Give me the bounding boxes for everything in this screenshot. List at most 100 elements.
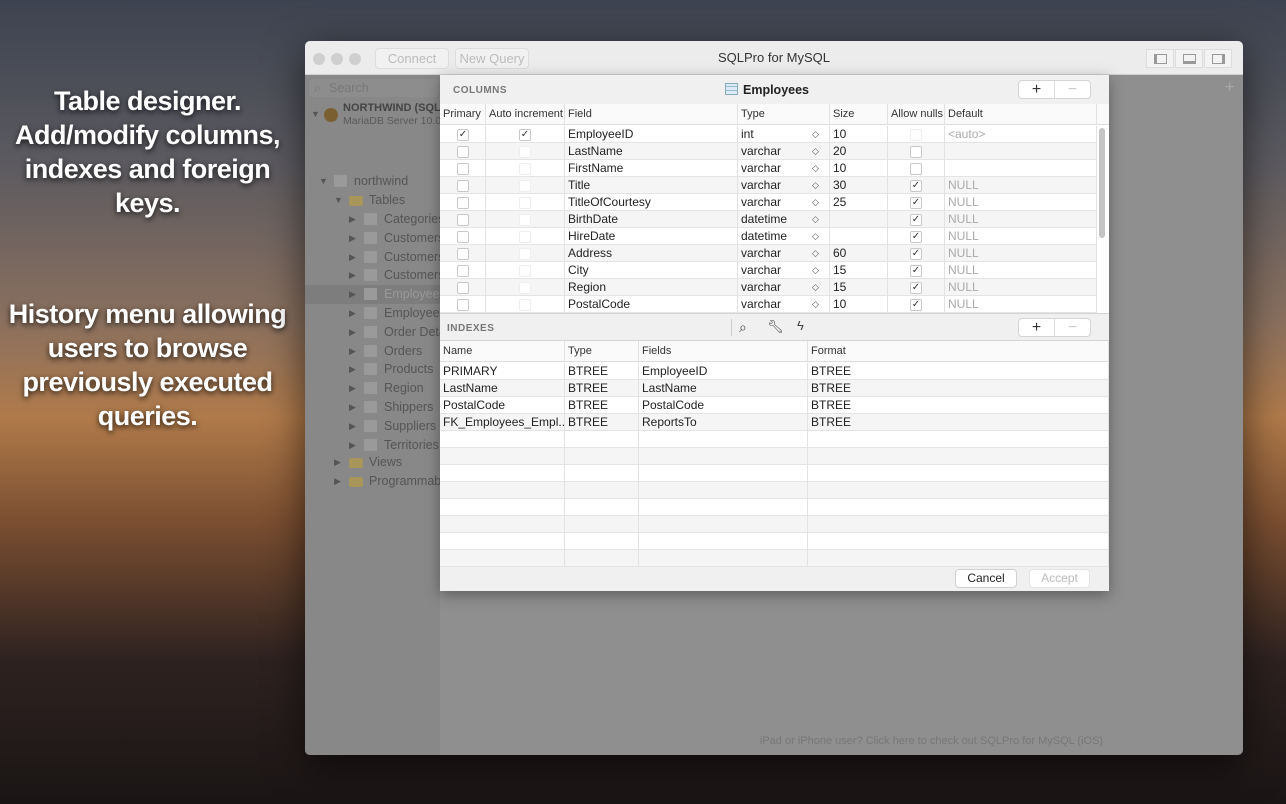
default-field[interactable]: NULL bbox=[945, 296, 1097, 313]
tables-folder[interactable]: Tables bbox=[369, 193, 440, 207]
allow-nulls-checkbox[interactable]: ✓ bbox=[910, 299, 922, 311]
allow-nulls-checkbox[interactable]: ✓ bbox=[910, 248, 922, 260]
index-row[interactable]: LastName BTREE LastName BTREE bbox=[440, 380, 1109, 397]
default-field[interactable]: <auto> bbox=[945, 126, 1097, 143]
auto-increment-checkbox[interactable] bbox=[519, 180, 531, 192]
default-field[interactable]: NULL bbox=[945, 211, 1097, 228]
disclosure-triangle-icon[interactable]: ▶ bbox=[334, 457, 341, 468]
auto-increment-checkbox[interactable] bbox=[519, 163, 531, 175]
default-field[interactable]: NULL bbox=[945, 245, 1097, 262]
column-row[interactable]: TitleOfCourtesy varchar ◇ 25 ✓ NULL bbox=[440, 194, 1097, 211]
columns-scrollbar[interactable] bbox=[1099, 128, 1105, 238]
disclosure-triangle-icon[interactable]: ▶ bbox=[349, 252, 356, 263]
auto-increment-checkbox[interactable] bbox=[519, 299, 531, 311]
remove-index-button[interactable]: − bbox=[1054, 319, 1090, 336]
toggle-bottom-panel-button[interactable] bbox=[1175, 49, 1203, 68]
size-field[interactable]: 60 bbox=[830, 245, 888, 262]
column-row[interactable]: Region varchar ◇ 15 ✓ NULL bbox=[440, 279, 1097, 296]
allow-nulls-checkbox[interactable] bbox=[910, 146, 922, 158]
column-header[interactable]: Field bbox=[565, 104, 738, 125]
auto-increment-checkbox[interactable] bbox=[519, 146, 531, 158]
field-name[interactable]: Address bbox=[565, 245, 738, 262]
remove-column-button[interactable]: − bbox=[1054, 81, 1090, 98]
disclosure-triangle-icon[interactable]: ▶ bbox=[349, 327, 356, 338]
disclosure-triangle-icon[interactable]: ▼ bbox=[311, 109, 320, 119]
size-field[interactable]: 15 bbox=[830, 262, 888, 279]
sidebar-search[interactable]: ⌕ Search bbox=[309, 79, 439, 97]
sidebar-table-item[interactable]: Employees bbox=[384, 287, 440, 301]
type-select[interactable]: varchar ◇ bbox=[738, 177, 830, 194]
ios-promo-link[interactable]: iPad or iPhone user? Click here to check… bbox=[620, 735, 1243, 747]
column-header[interactable]: Type bbox=[738, 104, 830, 125]
type-select[interactable]: int ◇ bbox=[738, 126, 830, 143]
column-row[interactable]: ✓ ✓ EmployeeID int ◇ 10 <auto> bbox=[440, 126, 1097, 143]
auto-increment-checkbox[interactable] bbox=[519, 282, 531, 294]
type-select[interactable]: datetime ◇ bbox=[738, 211, 830, 228]
views-folder[interactable]: Views bbox=[369, 455, 440, 469]
primary-checkbox[interactable] bbox=[457, 197, 469, 209]
type-select[interactable]: varchar ◇ bbox=[738, 245, 830, 262]
allow-nulls-checkbox[interactable]: ✓ bbox=[910, 282, 922, 294]
type-select[interactable]: varchar ◇ bbox=[738, 160, 830, 177]
index-row[interactable]: FK_Employees_Empl... BTREE ReportsTo BTREE bbox=[440, 414, 1109, 431]
primary-checkbox[interactable] bbox=[457, 231, 469, 243]
accept-button[interactable]: Accept bbox=[1029, 569, 1090, 588]
add-column-button[interactable]: + bbox=[1019, 81, 1054, 98]
allow-nulls-checkbox[interactable]: ✓ bbox=[910, 265, 922, 277]
sidebar-table-item[interactable]: Territories bbox=[384, 438, 440, 452]
disclosure-triangle-icon[interactable]: ▼ bbox=[319, 176, 328, 186]
sidebar-table-item[interactable]: Order Details bbox=[384, 325, 440, 339]
column-header[interactable]: Auto increment bbox=[486, 104, 565, 125]
column-row[interactable]: BirthDate datetime ◇ ✓ NULL bbox=[440, 211, 1097, 228]
type-select[interactable]: varchar ◇ bbox=[738, 194, 830, 211]
sidebar-table-item[interactable]: Customers bbox=[384, 268, 440, 282]
size-field[interactable]: 25 bbox=[830, 194, 888, 211]
column-row[interactable]: FirstName varchar ◇ 10 bbox=[440, 160, 1097, 177]
auto-increment-checkbox[interactable] bbox=[519, 214, 531, 226]
index-header[interactable]: Fields bbox=[639, 341, 808, 362]
index-row[interactable]: PRIMARY BTREE EmployeeID BTREE bbox=[440, 363, 1109, 380]
allow-nulls-checkbox[interactable]: ✓ bbox=[910, 214, 922, 226]
disclosure-triangle-icon[interactable]: ▶ bbox=[349, 440, 356, 451]
disclosure-triangle-icon[interactable]: ▶ bbox=[349, 308, 356, 319]
disclosure-triangle-icon[interactable]: ▼ bbox=[334, 195, 343, 205]
column-header[interactable]: Default bbox=[945, 104, 1097, 125]
index-row[interactable]: PostalCode BTREE PostalCode BTREE bbox=[440, 397, 1109, 414]
allow-nulls-checkbox[interactable]: ✓ bbox=[910, 197, 922, 209]
field-name[interactable]: PostalCode bbox=[565, 296, 738, 313]
field-name[interactable]: BirthDate bbox=[565, 211, 738, 228]
allow-nulls-checkbox[interactable] bbox=[910, 163, 922, 175]
default-field[interactable]: NULL bbox=[945, 228, 1097, 245]
column-row[interactable]: City varchar ◇ 15 ✓ NULL bbox=[440, 262, 1097, 279]
sidebar-table-item[interactable]: Orders bbox=[384, 344, 440, 358]
disclosure-triangle-icon[interactable]: ▶ bbox=[349, 402, 356, 413]
size-field[interactable]: 10 bbox=[830, 296, 888, 313]
sidebar-table-item[interactable]: Suppliers bbox=[384, 419, 440, 433]
lightning-icon[interactable]: ϟ bbox=[797, 318, 804, 333]
allow-nulls-checkbox[interactable]: ✓ bbox=[910, 231, 922, 243]
auto-increment-checkbox[interactable] bbox=[519, 265, 531, 277]
primary-checkbox[interactable] bbox=[457, 146, 469, 158]
column-row[interactable]: Title varchar ◇ 30 ✓ NULL bbox=[440, 177, 1097, 194]
field-name[interactable]: Title bbox=[565, 177, 738, 194]
disclosure-triangle-icon[interactable]: ▶ bbox=[349, 214, 356, 225]
default-field[interactable]: NULL bbox=[945, 194, 1097, 211]
type-select[interactable]: datetime ◇ bbox=[738, 228, 830, 245]
index-header[interactable]: Name bbox=[440, 341, 565, 362]
column-row[interactable]: PostalCode varchar ◇ 10 ✓ NULL bbox=[440, 296, 1097, 313]
type-select[interactable]: varchar ◇ bbox=[738, 296, 830, 313]
disclosure-triangle-icon[interactable]: ▶ bbox=[349, 421, 356, 432]
sidebar-table-item[interactable]: Products bbox=[384, 362, 440, 376]
column-header[interactable]: Primary bbox=[440, 104, 486, 125]
primary-checkbox[interactable] bbox=[457, 180, 469, 192]
size-field[interactable]: 15 bbox=[830, 279, 888, 296]
sidebar-table-item[interactable]: Region bbox=[384, 381, 440, 395]
default-field[interactable] bbox=[945, 143, 1097, 160]
primary-checkbox[interactable] bbox=[457, 214, 469, 226]
primary-checkbox[interactable] bbox=[457, 282, 469, 294]
column-row[interactable]: HireDate datetime ◇ ✓ NULL bbox=[440, 228, 1097, 245]
field-name[interactable]: Region bbox=[565, 279, 738, 296]
default-field[interactable]: NULL bbox=[945, 262, 1097, 279]
field-name[interactable]: FirstName bbox=[565, 160, 738, 177]
size-field[interactable] bbox=[830, 228, 888, 245]
